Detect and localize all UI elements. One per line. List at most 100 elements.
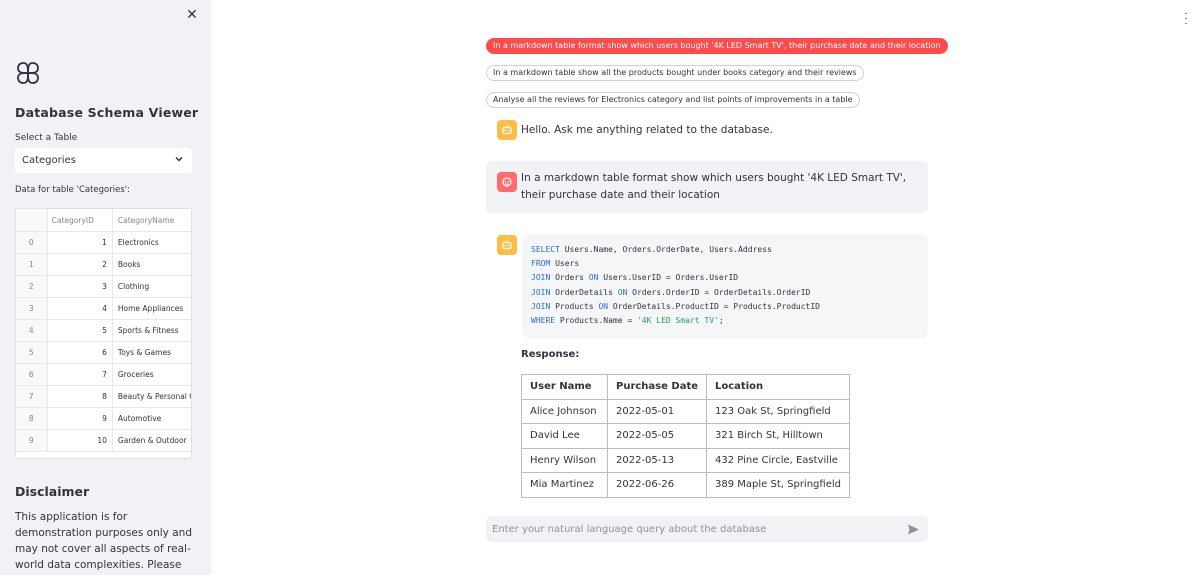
user-name-cell: Alice Johnson [521, 398, 608, 424]
sql-text: ; [718, 316, 724, 326]
row-index: 3 [16, 298, 48, 319]
bot-avatar-icon [497, 235, 517, 255]
greeting-text: Hello. Ask me anything related to the da… [521, 124, 773, 136]
category-name-cell: Automotive [117, 414, 162, 423]
sql-text: Users [550, 259, 580, 269]
header-purchase-date: Purchase Date [606, 374, 708, 400]
category-name-cell: Toys & Games [117, 348, 171, 357]
dataframe-row: 4 5 Sports & Fitness [16, 320, 191, 342]
dataframe-row: 2 3 Clothing [16, 276, 191, 298]
row-index: 2 [16, 276, 48, 297]
location-cell: 389 Maple St, Springfield [706, 472, 850, 498]
table-row: Alice Johnson 2022-05-01 123 Oak St, Spr… [521, 398, 850, 424]
suggestion-pill-electronics-reviews[interactable]: Analyse all the reviews for Electronics … [486, 92, 860, 108]
category-name-cell: Sports & Fitness [117, 326, 179, 335]
dataframe-header-index [16, 209, 48, 231]
category-id-cell: 1 [48, 232, 113, 253]
purchase-date-cell: 2022-05-01 [606, 398, 708, 424]
row-index: 5 [16, 342, 48, 363]
sql-line: JOIN OrderDetails ON Orders.OrderID = Or… [531, 286, 921, 300]
sql-keyword: JOIN [531, 287, 551, 297]
sql-text: Orders [550, 273, 589, 283]
category-id-cell: 4 [48, 298, 113, 319]
sql-text: Orders.OrderID = OrderDetails.OrderID [627, 287, 811, 297]
close-sidebar-button[interactable]: ✕ [184, 7, 200, 23]
suggestion-pills: In a markdown table format show which us… [486, 33, 986, 114]
user-name-cell: David Lee [521, 423, 608, 449]
sidebar-title: Database Schema Viewer [15, 105, 199, 120]
row-index: 6 [16, 364, 48, 385]
category-name-cell: Electronics [117, 238, 159, 247]
row-index: 7 [16, 386, 48, 407]
category-name-cell: Books [117, 260, 141, 269]
table-select-value: Categories [22, 155, 76, 166]
sidebar: ✕ Database Schema Viewer Select a Table … [0, 0, 211, 575]
category-id-cell: 10 [48, 430, 113, 451]
more-vertical-icon: · · · [1184, 9, 1188, 30]
sql-line: JOIN Products ON OrderDetails.ProductID … [531, 300, 921, 314]
chat-input[interactable] [492, 523, 906, 535]
suggestion-pill-books[interactable]: In a markdown table show all the product… [486, 65, 864, 81]
sql-text: Products [550, 301, 599, 311]
category-id-cell: 8 [48, 386, 113, 407]
sql-line: SELECT Users.Name, Orders.OrderDate, Use… [531, 243, 921, 257]
category-id-cell: 2 [48, 254, 113, 275]
table-select-label: Select a Table [15, 133, 78, 143]
dataframe-row: 7 8 Beauty & Personal Care [16, 386, 191, 408]
sql-keyword: SELECT [531, 245, 560, 254]
sql-keyword: ON [617, 287, 628, 297]
send-button[interactable] [906, 522, 920, 536]
sql-code: SELECT Users.Name, Orders.OrderDate, Use… [531, 243, 921, 328]
dataframe-header-row: CategoryID CategoryName [16, 209, 191, 232]
row-index: 1 [16, 254, 48, 275]
chat-input-bar [486, 516, 928, 542]
dataframe-row: 8 9 Automotive [16, 408, 191, 430]
location-cell: 123 Oak St, Springfield [706, 398, 850, 424]
dataframe-row: 3 4 Home Appliances [16, 298, 191, 320]
user-query-text: In a markdown table format show which us… [521, 172, 907, 201]
sql-keyword: JOIN [531, 273, 551, 283]
user-name-cell: Mia Martinez [521, 472, 608, 498]
table-row: David Lee 2022-05-05 321 Birch St, Hillt… [521, 423, 850, 449]
sql-text: OrderDetails [550, 287, 618, 297]
sql-text: Users.Name, Orders.OrderDate, Users.Addr… [559, 245, 772, 254]
flower-logo-icon [17, 62, 39, 84]
dataframe-header-categoryname[interactable]: CategoryName [113, 209, 191, 231]
location-cell: 432 Pine Circle, Eastville [706, 447, 850, 473]
category-id-cell: 9 [48, 408, 113, 429]
assistant-message-greeting: Hello. Ask me anything related to the da… [486, 119, 928, 141]
send-icon [907, 524, 919, 534]
row-index: 9 [16, 430, 48, 451]
row-index: 8 [16, 408, 48, 429]
sql-keyword: ON [588, 273, 599, 283]
dataframe-row: 9 10 Garden & Outdoor [16, 430, 191, 452]
suggestion-pill-tv-users[interactable]: In a markdown table format show which us… [486, 38, 948, 54]
user-avatar-icon [497, 172, 517, 192]
categories-dataframe[interactable]: CategoryID CategoryName 0 1 Electronics … [15, 208, 192, 459]
category-id-cell: 3 [48, 276, 113, 297]
table-select[interactable]: Categories [15, 148, 192, 173]
response-table-header-row: User Name Purchase Date Location [521, 374, 850, 400]
category-name-cell: Beauty & Personal Care [117, 392, 191, 401]
sql-string: '4K LED Smart TV' [636, 316, 719, 326]
purchase-date-cell: 2022-06-26 [606, 472, 708, 498]
location-cell: 321 Birch St, Hilltown [706, 423, 850, 449]
dataframe-row: 6 7 Groceries [16, 364, 191, 386]
category-id-cell: 6 [48, 342, 113, 363]
sql-keyword: JOIN [531, 301, 551, 311]
user-message: In a markdown table format show which us… [486, 161, 928, 213]
sql-text: OrderDetails.ProductID = Products.Produc… [608, 301, 820, 311]
dataframe-header-categoryid[interactable]: CategoryID [48, 209, 113, 231]
response-table: User Name Purchase Date Location Alice J… [521, 374, 850, 498]
sql-line: FROM Users [531, 257, 921, 271]
category-id-cell: 5 [48, 320, 113, 341]
main-menu-button[interactable]: · · · [1184, 10, 1188, 30]
category-name-cell: Clothing [117, 282, 150, 291]
sql-text: Users.UserID = Orders.UserID [598, 273, 739, 283]
response-label: Response: [521, 349, 580, 360]
category-name-cell: Garden & Outdoor [117, 436, 187, 445]
sql-keyword: ON [598, 301, 609, 311]
category-name-cell: Groceries [117, 370, 154, 379]
purchase-date-cell: 2022-05-05 [606, 423, 708, 449]
disclaimer-title: Disclaimer [15, 484, 90, 499]
